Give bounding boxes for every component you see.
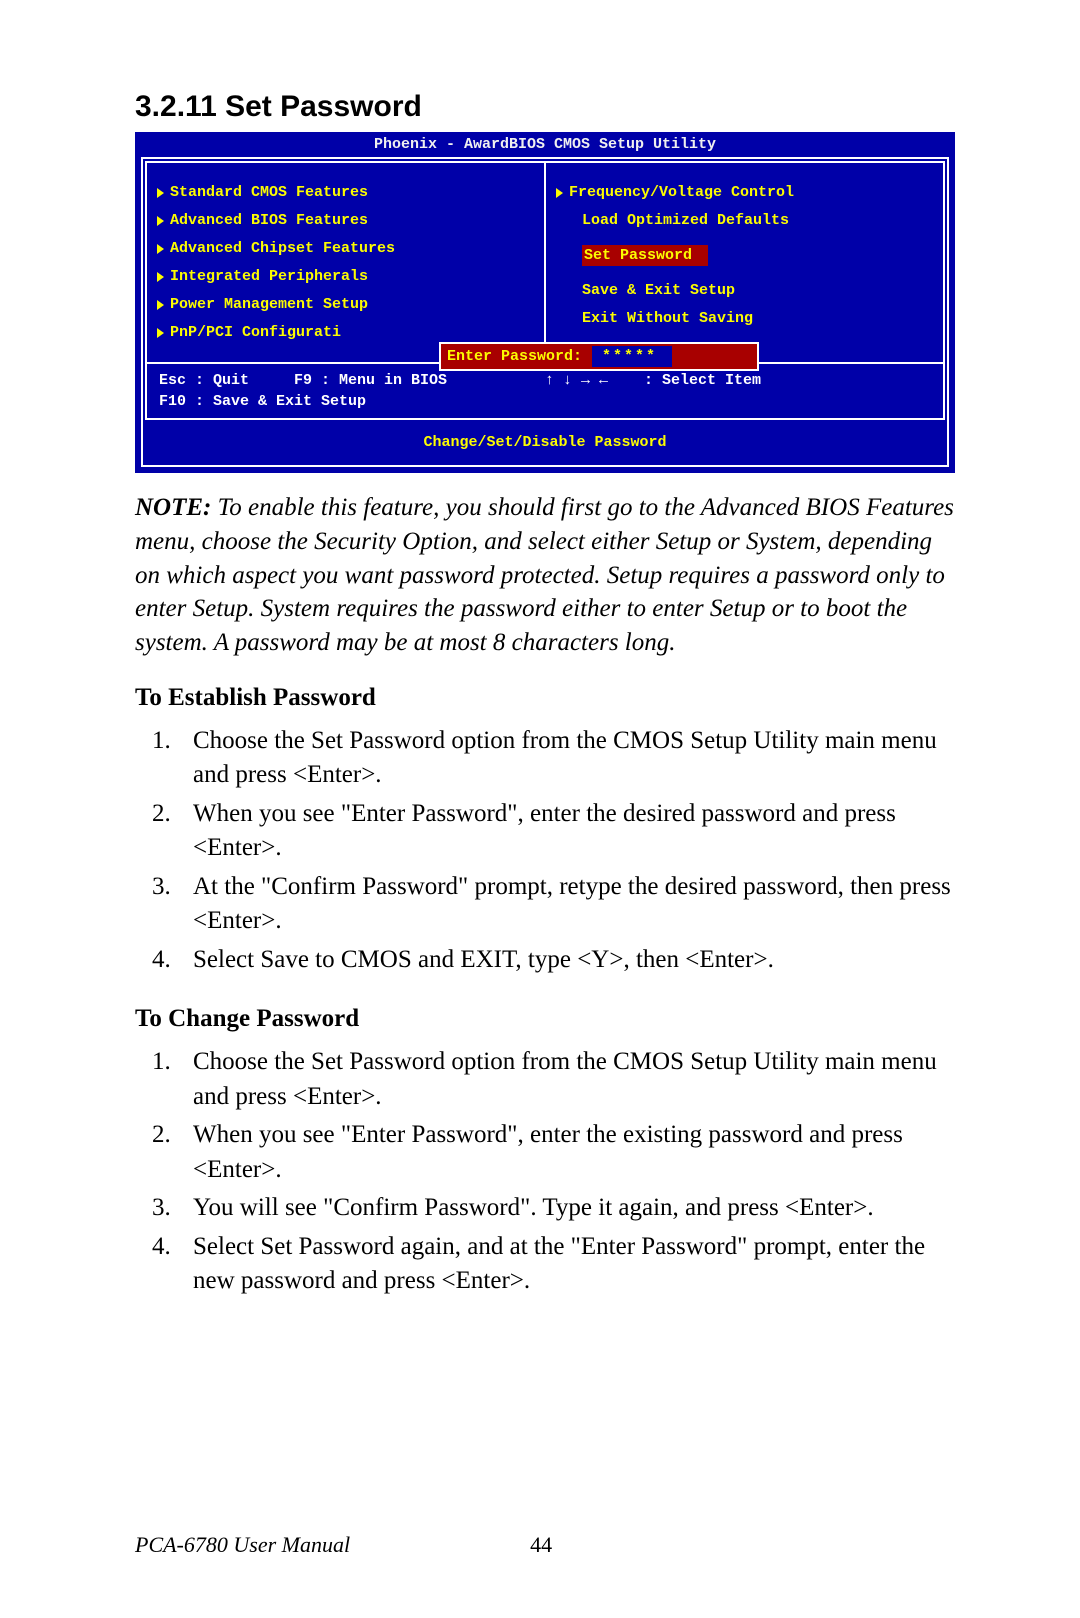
menu-advanced-chipset[interactable]: Advanced Chipset Features — [157, 238, 538, 259]
bios-title: Phoenix - AwardBIOS CMOS Setup Utility — [135, 132, 955, 157]
arrow-right-icon — [157, 272, 164, 282]
list-item: When you see "Enter Password", enter the… — [177, 1118, 955, 1187]
establish-heading: To Establish Password — [135, 684, 955, 712]
note-label: NOTE: — [135, 494, 211, 521]
note-paragraph: NOTE: To enable this feature, you should… — [135, 491, 955, 660]
password-input[interactable]: ***** — [592, 346, 672, 367]
bios-left-column: Standard CMOS Features Advanced BIOS Fea… — [147, 163, 546, 362]
arrow-right-icon — [157, 216, 164, 226]
bios-screenshot: Phoenix - AwardBIOS CMOS Setup Utility S… — [135, 132, 955, 473]
list-item: When you see "Enter Password", enter the… — [177, 797, 955, 866]
arrow-right-icon — [157, 328, 164, 338]
bios-inner-frame: Standard CMOS Features Advanced BIOS Fea… — [145, 161, 945, 420]
menu-frequency-voltage[interactable]: Frequency/Voltage Control — [556, 182, 937, 203]
change-heading: To Change Password — [135, 1005, 955, 1033]
page: 3.2.11 Set Password Phoenix - AwardBIOS … — [0, 0, 1080, 1618]
note-text: To enable this feature, you should first… — [135, 494, 954, 656]
bios-help-line: Change/Set/Disable Password — [143, 422, 947, 465]
menu-save-exit[interactable]: Save & Exit Setup — [556, 280, 937, 301]
menu-integrated-peripherals[interactable]: Integrated Peripherals — [157, 266, 538, 287]
menu-load-defaults[interactable]: Load Optimized Defaults — [556, 210, 937, 231]
menu-exit-no-save[interactable]: Exit Without Saving — [556, 308, 937, 329]
menu-standard-cmos[interactable]: Standard CMOS Features — [157, 182, 538, 203]
legend-f10: F10 : Save & Exit Setup — [159, 391, 545, 412]
list-item: Choose the Set Password option from the … — [177, 1045, 955, 1114]
bios-right-column: Frequency/Voltage Control Load Optimized… — [546, 163, 943, 362]
list-item: Select Set Password again, and at the "E… — [177, 1230, 955, 1299]
arrow-right-icon — [157, 188, 164, 198]
list-item: You will see "Confirm Password". Type it… — [177, 1191, 955, 1226]
arrow-right-icon — [556, 188, 563, 198]
section-heading: 3.2.11 Set Password — [135, 90, 955, 124]
arrow-right-icon — [157, 300, 164, 310]
menu-advanced-bios[interactable]: Advanced BIOS Features — [157, 210, 538, 231]
list-item: Select Save to CMOS and EXIT, type <Y>, … — [177, 943, 955, 978]
menu-set-password-row[interactable]: Set Password — [556, 238, 937, 273]
list-item: Choose the Set Password option from the … — [177, 724, 955, 793]
legend-arrows: ↑ ↓ → ← : Select Item — [545, 370, 931, 391]
password-dialog: Enter Password: ***** — [439, 342, 759, 371]
change-steps: Choose the Set Password option from the … — [177, 1041, 955, 1303]
menu-power-management[interactable]: Power Management Setup — [157, 294, 538, 315]
menu-pnp-pci[interactable]: PnP/PCI Configurati — [157, 322, 538, 343]
establish-steps: Choose the Set Password option from the … — [177, 720, 955, 982]
bios-outer-frame: Standard CMOS Features Advanced BIOS Fea… — [141, 157, 949, 467]
footer-manual: PCA-6780 User Manual — [135, 1532, 350, 1558]
password-label: Enter Password: — [447, 346, 582, 367]
legend-esc-f9: Esc : Quit F9 : Menu in BIOS — [159, 370, 545, 391]
page-footer: PCA-6780 User Manual 44 — [135, 1502, 955, 1558]
arrow-right-icon — [157, 244, 164, 254]
footer-page-number: 44 — [530, 1532, 552, 1558]
legend-blank — [545, 391, 931, 412]
list-item: At the "Confirm Password" prompt, retype… — [177, 870, 955, 939]
